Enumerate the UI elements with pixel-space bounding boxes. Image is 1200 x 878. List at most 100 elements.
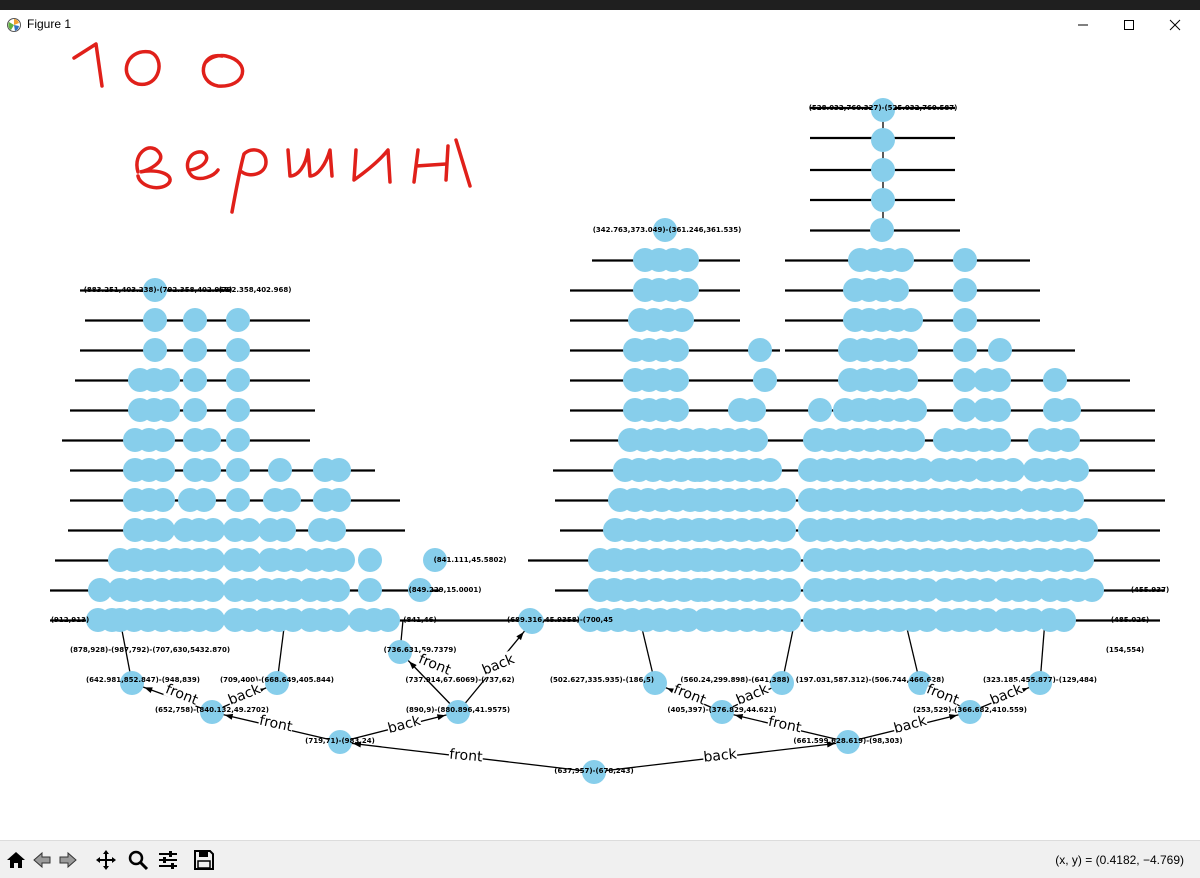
node-label: (342.763,373.049)-(361.246,361.535): [593, 226, 742, 234]
node-label: (912,913): [51, 616, 89, 624]
graph-node: [1060, 488, 1084, 512]
graph-node: [675, 248, 699, 272]
graph-node: [670, 308, 694, 332]
graph-node: [226, 338, 250, 362]
window-title: Figure 1: [27, 17, 72, 31]
graph-node: [777, 548, 801, 572]
graph-node: [268, 458, 292, 482]
graph-node: [988, 338, 1012, 362]
back-icon: [33, 851, 51, 869]
graph-node: [226, 458, 250, 482]
graph-node: [758, 458, 782, 482]
graph-node: [953, 278, 977, 302]
graph-node: [237, 518, 261, 542]
edge-label: back: [386, 713, 423, 737]
edge-label: back: [734, 681, 772, 709]
graph-node: [183, 338, 207, 362]
edge-label: front: [924, 681, 961, 709]
zoom-button[interactable]: [126, 848, 150, 872]
node-label: (849.229,15.0001): [409, 586, 482, 594]
graph-node: [1056, 428, 1080, 452]
graph-node: [226, 428, 250, 452]
graph-node: [742, 398, 766, 422]
node-label: (661.599,628.619)-(98,303): [793, 737, 902, 745]
graph-node: [197, 458, 221, 482]
window-titlebar: Figure 1: [0, 10, 1200, 40]
graph-node: [376, 608, 400, 632]
graph-node: [808, 398, 832, 422]
node-label: (737.914,67.6069)-(737,62): [405, 676, 514, 684]
graph-node: [201, 548, 225, 572]
close-button[interactable]: [1152, 10, 1198, 40]
edge-arrowhead: [948, 714, 958, 720]
graph-node: [151, 518, 175, 542]
graph-node: [226, 488, 250, 512]
edge-arrowhead: [436, 714, 446, 721]
graph-node: [143, 338, 167, 362]
node-label: (637,957)-(678,243): [554, 767, 633, 775]
graph-node: [870, 218, 894, 242]
graph-node: [358, 548, 382, 572]
node-label: (455.937): [1131, 586, 1169, 594]
graph-node: [777, 608, 801, 632]
graph-node: [358, 578, 382, 602]
cursor-coordinates: (x, y) = (0.4182, −4.769): [1055, 853, 1184, 867]
zoom-icon: [128, 850, 149, 871]
graph-node: [744, 428, 768, 452]
navigation-toolbar: [0, 840, 1200, 878]
graph-node: [151, 458, 175, 482]
node-label: (719,71)-(983,24): [305, 737, 375, 745]
graph-node: [183, 308, 207, 332]
back-button[interactable]: [30, 848, 54, 872]
graph-node: [665, 368, 689, 392]
configure-icon: [159, 851, 177, 869]
edge-label: front: [258, 713, 294, 736]
edge-label: back: [892, 713, 929, 737]
configure-button[interactable]: [156, 848, 180, 872]
graph-node: [277, 488, 301, 512]
pan-button[interactable]: [94, 848, 118, 872]
graph-node: [272, 518, 296, 542]
taskbar-strip: [0, 0, 1200, 10]
node-label: (841,46): [403, 616, 436, 624]
home-icon: [7, 852, 25, 868]
minimize-button[interactable]: [1060, 10, 1106, 40]
graph-node: [143, 308, 167, 332]
node-label: (502.627,335.935)-(186,5): [550, 676, 654, 684]
forward-icon: [59, 851, 77, 869]
graph-node: [1043, 368, 1067, 392]
graph-node: [665, 338, 689, 362]
minimize-icon: [1078, 24, 1088, 26]
graph-node: [987, 398, 1011, 422]
graph-node: [665, 398, 689, 422]
node-label: (890,9)-(880.896,41.9575): [406, 706, 510, 714]
edge-label: front: [163, 681, 200, 709]
node-label: (405,397)-(376.829,44.621): [667, 706, 776, 714]
maximize-icon: [1124, 20, 1134, 30]
graph-node: [1070, 548, 1094, 572]
forward-button[interactable]: [56, 848, 80, 872]
edge-label: back: [703, 746, 739, 765]
edge-label: back: [226, 681, 264, 709]
figure-canvas[interactable]: (637,957)-(678,243) (719,71)-(983,24) (661…: [0, 40, 1200, 840]
graph-node: [156, 368, 180, 392]
node-label: (841.111,45.5802): [434, 556, 507, 564]
close-icon: [1169, 19, 1181, 31]
graph-node: [885, 278, 909, 302]
node-label: (197.031,587.312)-(506.744,466.628): [796, 676, 945, 684]
graph-node: [156, 398, 180, 422]
node-label: (528.032,760.327)-(525.032,760.587): [809, 104, 958, 112]
home-button[interactable]: [4, 848, 28, 872]
node-label: (323.185,455.877)-(129,484): [983, 676, 1097, 684]
edge-label: back: [480, 651, 518, 679]
graph-node: [894, 368, 918, 392]
graph-node: [890, 248, 914, 272]
graph-node: [1052, 608, 1076, 632]
save-button[interactable]: [192, 848, 216, 872]
graph-node: [197, 428, 221, 452]
graph-node: [322, 518, 346, 542]
graph-node: [183, 398, 207, 422]
maximize-button[interactable]: [1106, 10, 1152, 40]
graph-node: [987, 428, 1011, 452]
graph-node: [201, 578, 225, 602]
